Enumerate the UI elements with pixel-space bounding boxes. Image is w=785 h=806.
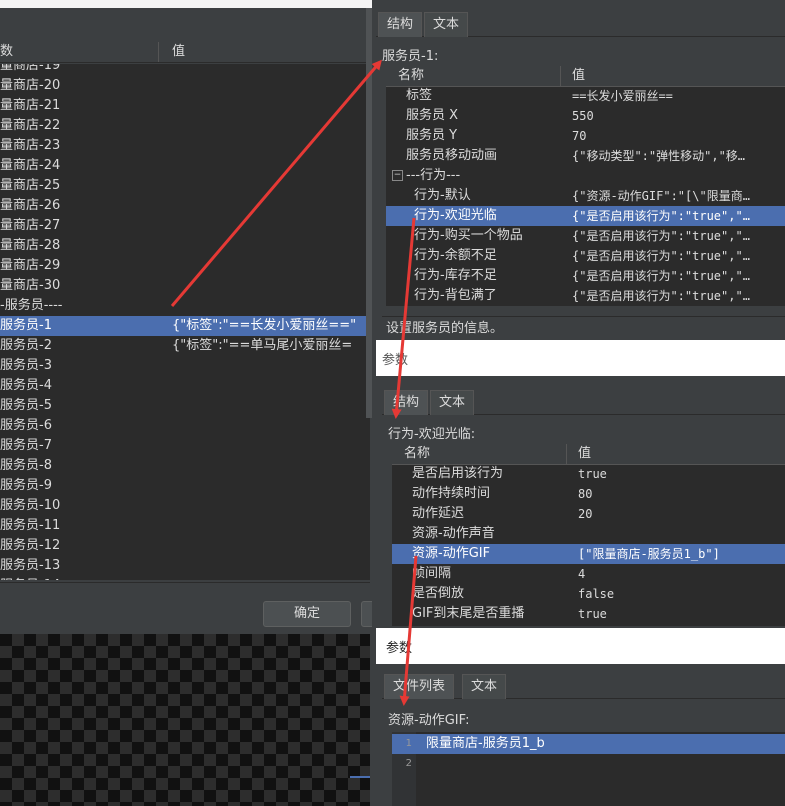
arrow-to-panel3: [399, 555, 418, 706]
annotation-arrows: [170, 59, 418, 706]
arrow-to-panel2: [391, 217, 416, 419]
arrow-to-panel1: [170, 59, 382, 307]
